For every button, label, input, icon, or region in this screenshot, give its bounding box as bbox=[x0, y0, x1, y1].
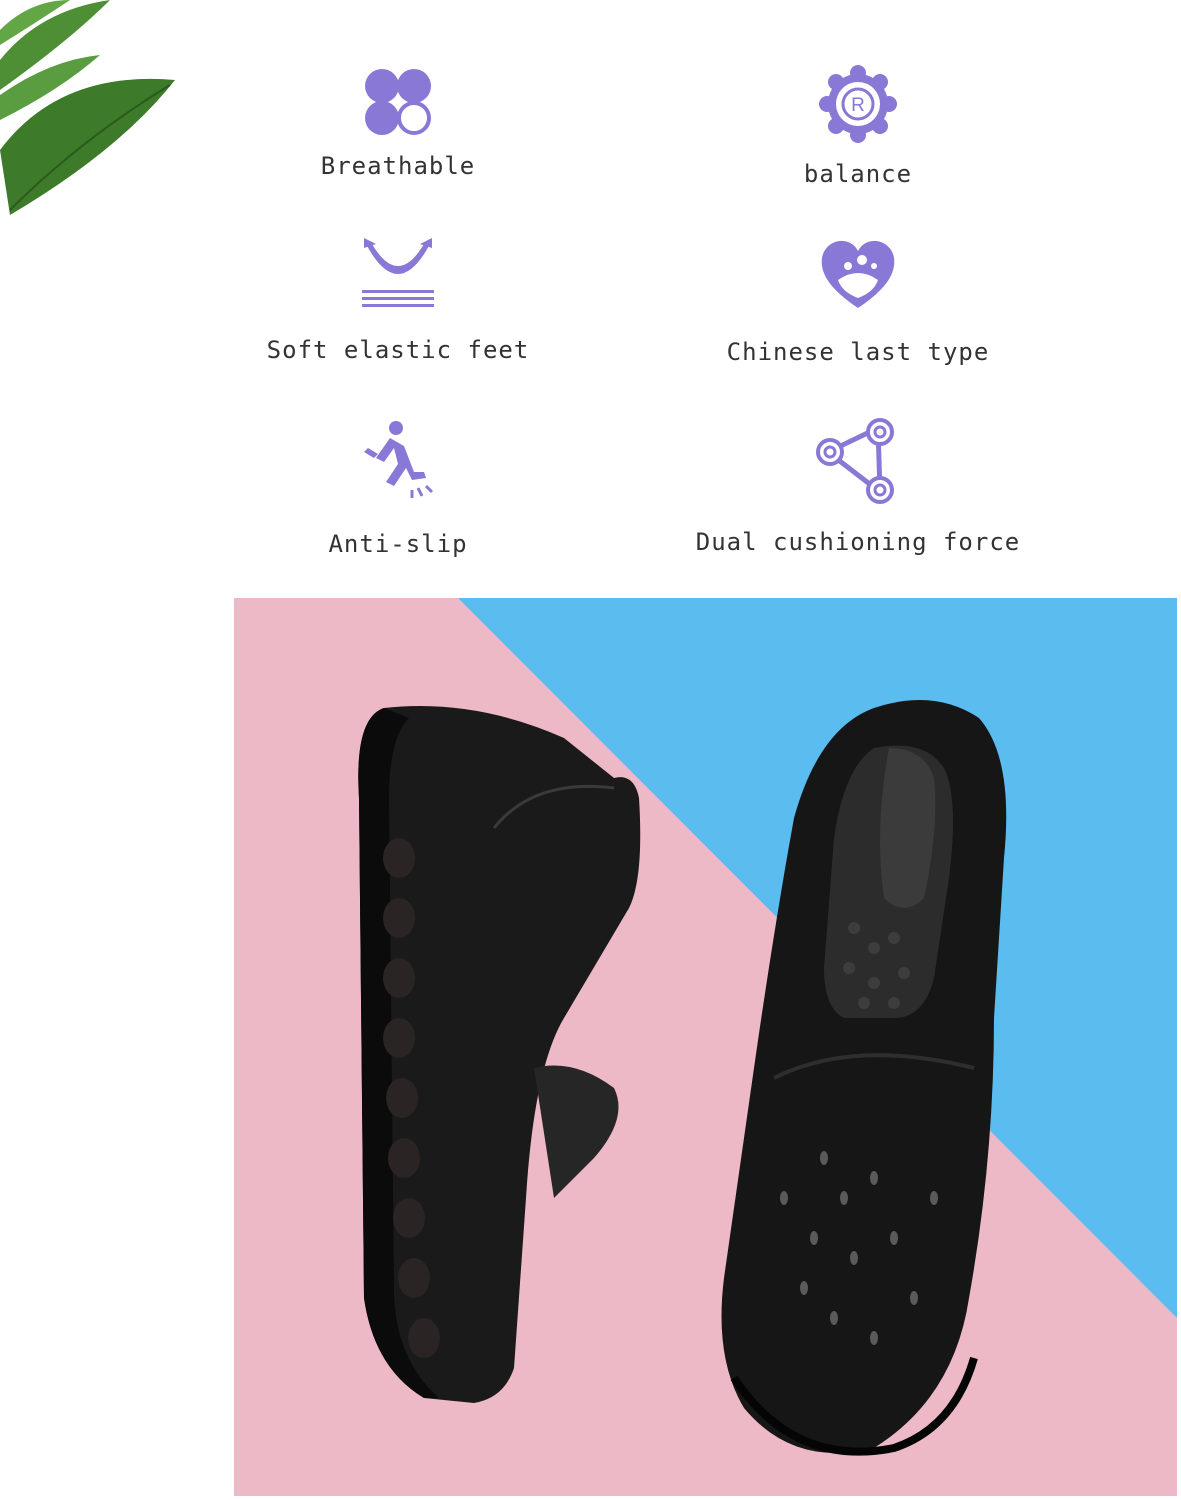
pulley-icon bbox=[816, 418, 894, 504]
feature-label: Chinese last type bbox=[726, 338, 990, 366]
feature-label: Anti-slip bbox=[328, 530, 468, 558]
registered-badge-icon: R bbox=[819, 65, 897, 143]
heart-foot-icon bbox=[821, 240, 895, 308]
feature-chinese-last-type: Chinese last type bbox=[678, 236, 1038, 366]
feature-label: Dual cushioning force bbox=[695, 528, 1021, 556]
feature-balance: R balance bbox=[678, 64, 1038, 188]
cushion-arrow-icon bbox=[362, 238, 434, 307]
slipping-person-icon bbox=[364, 421, 434, 498]
feature-label: balance bbox=[803, 160, 913, 188]
product-photo bbox=[234, 598, 1177, 1496]
feature-anti-slip: Anti-slip bbox=[218, 418, 578, 558]
shoes-illustration bbox=[234, 598, 1177, 1496]
feature-label: Soft elastic feet bbox=[266, 336, 530, 364]
leaves-decoration bbox=[0, 0, 175, 215]
feature-label: Breathable bbox=[320, 152, 476, 180]
feature-dual-cushioning-force: Dual cushioning force bbox=[678, 418, 1038, 556]
svg-text:R: R bbox=[851, 95, 865, 116]
clover-icon bbox=[365, 69, 431, 135]
feature-breathable: Breathable bbox=[218, 62, 578, 180]
feature-soft-elastic-feet: Soft elastic feet bbox=[218, 234, 578, 364]
